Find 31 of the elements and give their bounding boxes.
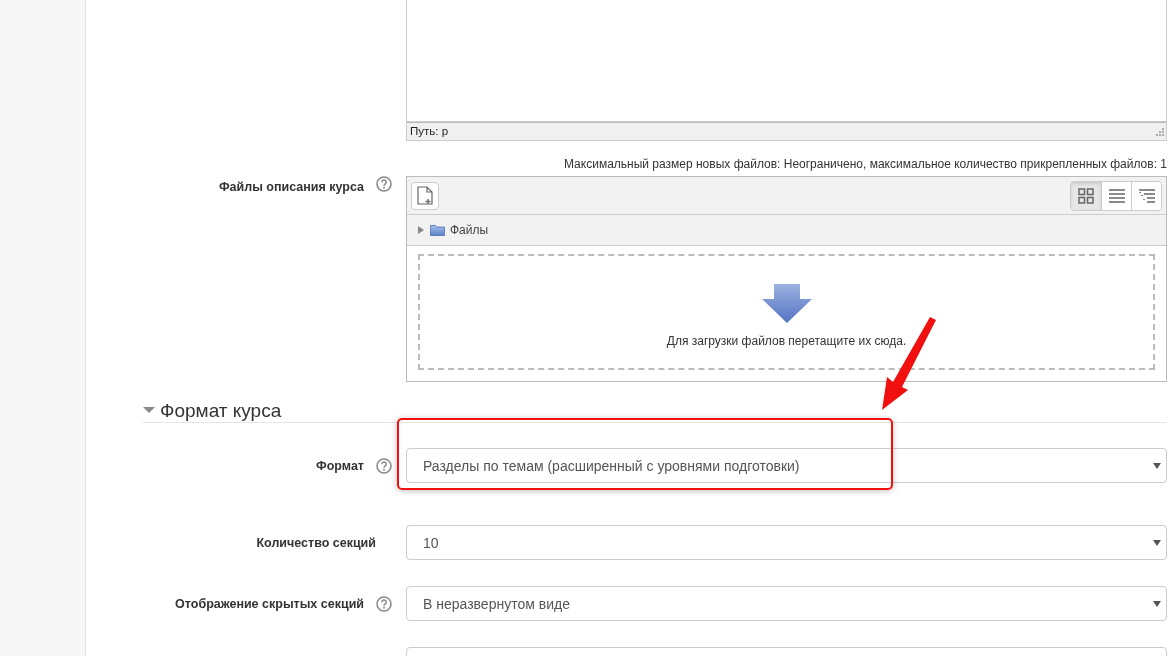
field-label: Количество секций: [256, 535, 376, 551]
field-label: Файлы описания курса: [218, 179, 364, 195]
help-icon[interactable]: [376, 596, 392, 612]
folder-name[interactable]: Файлы: [450, 223, 489, 237]
field-label: Формат: [316, 458, 364, 474]
add-file-button[interactable]: [411, 181, 439, 210]
down-arrow-icon: [761, 284, 812, 324]
editor-path-bar: Путь: p: [406, 122, 1167, 141]
view-toggle[interactable]: [1131, 181, 1161, 210]
list-view-icon: [1108, 188, 1125, 203]
help-icon[interactable]: [376, 458, 392, 474]
field-label: Отображение скрытых секций: [175, 596, 364, 612]
view-toggle[interactable]: [1071, 181, 1101, 210]
file-add-icon: [417, 186, 433, 205]
select-field[interactable]: 10: [406, 525, 1167, 560]
expand-triangle-icon[interactable]: [417, 226, 425, 234]
grid-view-icon: [1078, 187, 1094, 204]
section-heading[interactable]: Формат курса: [160, 400, 282, 422]
tree-view-icon: [1138, 188, 1155, 203]
select-field[interactable]: В неразвернутом виде: [406, 586, 1167, 621]
dropdown-caret-icon: [1153, 539, 1161, 546]
select-field[interactable]: Разделы по темам (расширенный с уровнями подготовки): [406, 448, 1167, 483]
dropdown-caret-icon: [1153, 600, 1161, 607]
view-toggle[interactable]: [1101, 181, 1131, 210]
folder-icon: [430, 224, 445, 236]
dropdown-caret-icon: [1153, 462, 1161, 469]
drop-hint: Для загрузки файлов перетащите их сюда.: [666, 334, 907, 348]
file-limits-note: Максимальный размер новых файлов: Неограничено, максимальное количество прикрепленных файлов: 1: [563, 156, 1167, 172]
collapse-caret-icon[interactable]: [143, 406, 155, 414]
help-icon[interactable]: [376, 176, 392, 192]
resize-grip-icon[interactable]: [1154, 128, 1164, 138]
